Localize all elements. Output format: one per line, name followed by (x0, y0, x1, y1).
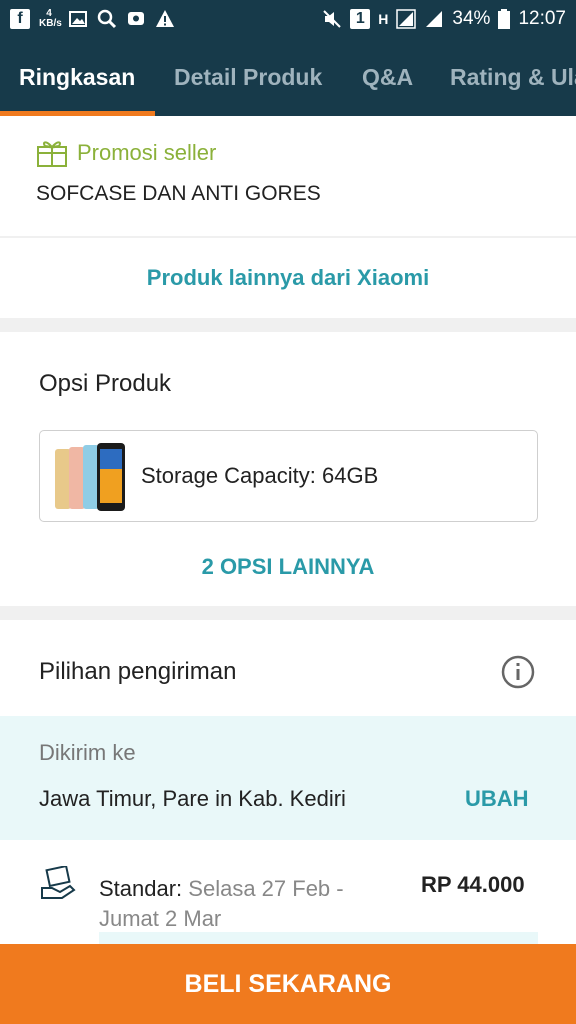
battery-icon (498, 9, 511, 29)
facebook-icon: f (10, 9, 30, 29)
shipping-service[interactable]: Standar: Selasa 27 Feb - Jumat 2 Mar (99, 874, 399, 934)
service-name: Standar: (99, 876, 183, 901)
search-notification-icon (97, 9, 117, 29)
service-price: RP 44.000 (421, 872, 525, 897)
shipping-title: Pilihan pengiriman (39, 658, 237, 685)
info-icon[interactable] (500, 654, 536, 690)
options-title: Opsi Produk (39, 370, 172, 397)
mute-icon (323, 10, 342, 28)
more-options-link[interactable]: 2 OPSI LAINNYA (0, 554, 576, 580)
tab-rating-ulasan[interactable]: Rating & Ulasan (450, 38, 576, 116)
status-bar: f 4 KB/s 1 H 34% 12:07 (0, 0, 576, 38)
promo-label: Promosi seller (77, 140, 217, 165)
battery-percent: 34% (452, 8, 491, 29)
app-notification-icon (128, 12, 144, 25)
destination-label: Dikirim ke (39, 740, 136, 765)
destination-value: Jawa Timur, Pare in Kab. Kediri (39, 786, 346, 811)
network-type: H (378, 11, 389, 27)
signal-icon-2 (426, 11, 443, 27)
tab-detail-produk[interactable]: Detail Produk (174, 38, 322, 116)
change-destination-button[interactable]: UBAH (465, 786, 529, 812)
courier-icon (41, 866, 76, 899)
warning-icon (156, 10, 174, 27)
tab-qna[interactable]: Q&A (362, 38, 413, 116)
gallery-icon (69, 11, 87, 27)
selected-option[interactable]: Storage Capacity: 64GB (39, 430, 538, 522)
promo-text: SOFCASE DAN ANTI GORES (36, 182, 321, 205)
sim-indicator: 1 (350, 9, 371, 29)
destination-panel: Dikirim ke Jawa Timur, Pare in Kab. Kedi… (0, 716, 576, 840)
product-options-card: Opsi Produk Storage Capacity: 64GB 2 OPS… (0, 332, 576, 606)
buy-now-button[interactable]: BELI SEKARANG (0, 944, 576, 1024)
signal-icon (396, 9, 417, 29)
other-products-card: Produk lainnya dari Xiaomi (0, 238, 576, 318)
promo-card: Promosi seller SOFCASE DAN ANTI GORES (0, 116, 576, 236)
tab-ringkasan[interactable]: Ringkasan (19, 38, 135, 116)
data-speed-indicator: 4 KB/s (39, 8, 62, 29)
other-products-link[interactable]: Produk lainnya dari Xiaomi (0, 265, 576, 291)
gift-icon (37, 141, 67, 167)
clock: 12:07 (518, 8, 566, 29)
tab-bar: Ringkasan Detail Produk Q&A Rating & Ula… (0, 38, 576, 116)
product-thumbnail (55, 443, 125, 511)
selected-option-label: Storage Capacity: 64GB (141, 463, 379, 488)
